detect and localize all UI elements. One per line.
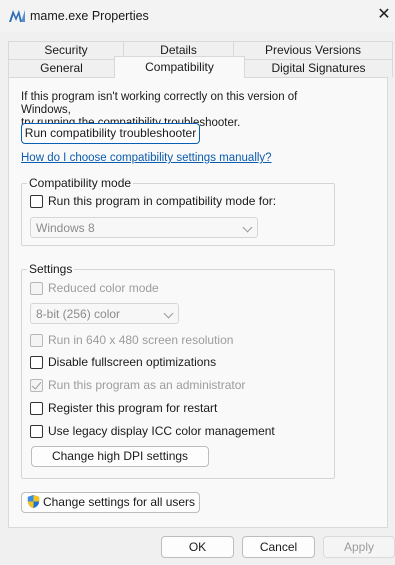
register-restart-label: Register this program for restart bbox=[48, 401, 218, 415]
change-dpi-button[interactable]: Change high DPI settings bbox=[31, 446, 209, 467]
close-icon: ✕ bbox=[377, 6, 391, 23]
reduced-color-row: Reduced color mode bbox=[30, 280, 159, 296]
settings-group-label: Settings bbox=[27, 262, 75, 276]
res-640-row: Run in 640 x 480 screen resolution bbox=[30, 332, 233, 348]
disable-fullscreen-row[interactable]: Disable fullscreen optimizations bbox=[30, 354, 216, 370]
run-as-admin-checkbox bbox=[30, 378, 43, 392]
reduced-color-checkbox bbox=[30, 281, 43, 295]
tab-label: Digital Signatures bbox=[271, 61, 366, 75]
intro-line-1: If this program isn't working correctly … bbox=[21, 91, 298, 116]
tab-label: General bbox=[40, 61, 83, 75]
legacy-icc-row[interactable]: Use legacy display ICC color management bbox=[30, 423, 275, 439]
apply-button[interactable]: Apply bbox=[323, 536, 395, 558]
compat-os-select[interactable]: Windows 8 bbox=[30, 217, 258, 238]
button-label: Cancel bbox=[259, 540, 298, 554]
register-restart-checkbox[interactable] bbox=[30, 401, 43, 415]
title-bar: mame.exe Properties ✕ bbox=[0, 0, 395, 32]
tab-general[interactable]: General bbox=[8, 59, 115, 77]
tab-label: Compatibility bbox=[145, 60, 214, 74]
uac-shield-icon bbox=[27, 495, 40, 509]
change-all-users-button[interactable]: Change settings for all users bbox=[21, 492, 200, 513]
tab-label: Details bbox=[160, 43, 197, 57]
window-title: mame.exe Properties bbox=[30, 9, 149, 23]
tab-previous-versions[interactable]: Previous Versions bbox=[233, 41, 393, 59]
compat-mode-checkbox-label: Run this program in compatibility mode f… bbox=[48, 194, 277, 208]
close-button[interactable]: ✕ bbox=[373, 0, 395, 32]
color-mode-select: 8-bit (256) color bbox=[30, 303, 179, 324]
select-value: 8-bit (256) color bbox=[36, 307, 121, 321]
chevron-down-icon bbox=[163, 308, 174, 319]
res-640-label: Run in 640 x 480 screen resolution bbox=[48, 333, 234, 347]
legacy-icc-checkbox[interactable] bbox=[30, 424, 43, 438]
run-as-admin-row: Run this program as an administrator bbox=[30, 377, 245, 393]
compat-mode-checkbox-row[interactable]: Run this program in compatibility mode f… bbox=[30, 193, 276, 209]
compat-help-link[interactable]: How do I choose compatibility settings m… bbox=[21, 152, 272, 164]
button-label: Change high DPI settings bbox=[51, 449, 189, 463]
mame-app-icon bbox=[9, 10, 25, 22]
button-label: Apply bbox=[343, 540, 375, 554]
register-restart-row[interactable]: Register this program for restart bbox=[30, 400, 217, 416]
disable-fullscreen-checkbox[interactable] bbox=[30, 355, 43, 369]
res-640-checkbox bbox=[30, 333, 43, 347]
run-troubleshooter-button[interactable]: Run compatibility troubleshooter bbox=[21, 123, 200, 144]
tab-label: Previous Versions bbox=[264, 43, 362, 57]
disable-fullscreen-label: Disable fullscreen optimizations bbox=[48, 355, 217, 369]
tab-security[interactable]: Security bbox=[8, 41, 124, 59]
compatibility-mode-label: Compatibility mode bbox=[27, 176, 134, 190]
button-label: Run compatibility troubleshooter bbox=[24, 126, 197, 140]
button-label: Change settings for all users bbox=[42, 495, 196, 509]
legacy-icc-label: Use legacy display ICC color management bbox=[48, 424, 275, 438]
compat-mode-checkbox[interactable] bbox=[30, 194, 43, 208]
reduced-color-label: Reduced color mode bbox=[48, 281, 159, 295]
select-value: Windows 8 bbox=[36, 221, 95, 235]
tab-compatibility[interactable]: Compatibility bbox=[114, 56, 245, 78]
tab-label: Security bbox=[44, 43, 88, 57]
tab-digital-signatures[interactable]: Digital Signatures bbox=[244, 59, 393, 77]
chevron-down-icon bbox=[242, 222, 253, 233]
run-as-admin-label: Run this program as an administrator bbox=[48, 378, 246, 392]
cancel-button[interactable]: Cancel bbox=[242, 536, 315, 558]
ok-button[interactable]: OK bbox=[161, 536, 234, 558]
button-label: OK bbox=[188, 540, 207, 554]
